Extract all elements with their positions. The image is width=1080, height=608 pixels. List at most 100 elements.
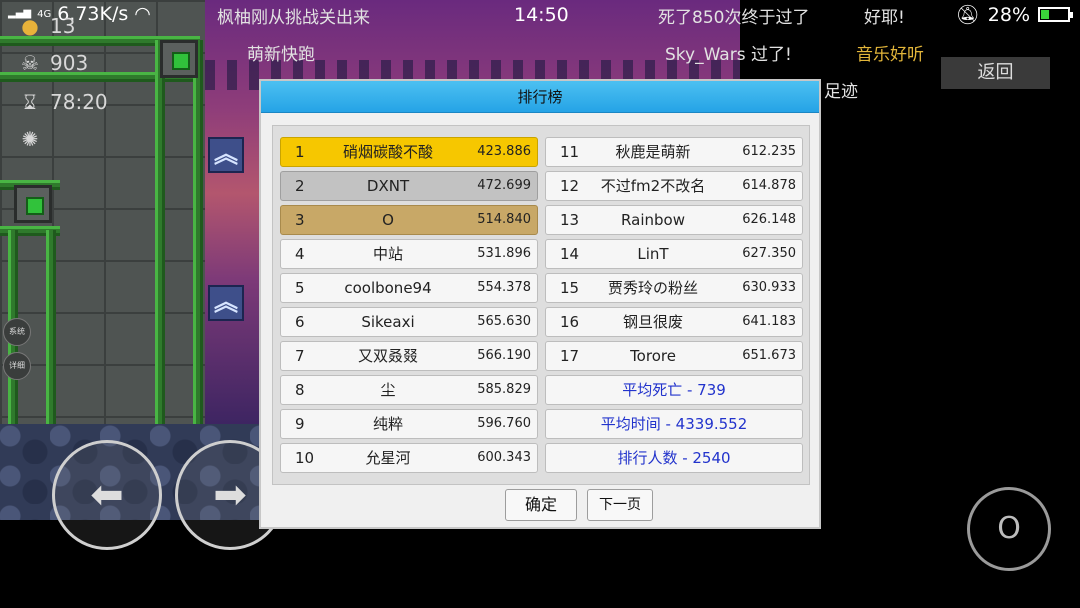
score: 531.896 bbox=[477, 246, 531, 261]
rank: 1 bbox=[295, 143, 305, 161]
player-count: 排行人数 - 2540 bbox=[545, 443, 803, 473]
coin-counter: ● 13 bbox=[18, 14, 75, 38]
player-name: DXNT bbox=[366, 177, 410, 195]
next-page-button[interactable]: 下一页 bbox=[587, 489, 653, 521]
leaderboard-row[interactable]: 13 Rainbow 626.148 bbox=[545, 205, 803, 235]
player-name: 秋鹿是萌新 bbox=[615, 143, 691, 161]
danmaku-comment: 好耶! bbox=[864, 8, 905, 28]
player-name: LinT bbox=[637, 245, 669, 263]
leaderboard-row[interactable]: 11 秋鹿是萌新 612.235 bbox=[545, 137, 803, 167]
settings-shortcut[interactable]: ✺ bbox=[18, 127, 42, 151]
player-name: 纯粹 bbox=[372, 415, 403, 433]
battery-icon bbox=[1038, 7, 1073, 22]
score: 423.886 bbox=[477, 144, 531, 159]
gear-icon[interactable]: ✺ bbox=[18, 127, 42, 151]
leaderboard-row[interactable]: 3 O 514.840 bbox=[280, 205, 538, 235]
leaderboard-row[interactable]: 4 中站 531.896 bbox=[280, 239, 538, 269]
rank: 6 bbox=[295, 313, 305, 331]
death-counter: ☠ 903 bbox=[18, 51, 88, 75]
details-button[interactable]: 详细 bbox=[3, 352, 31, 380]
score: 565.630 bbox=[477, 314, 531, 329]
score: 566.190 bbox=[477, 348, 531, 363]
wifi-icon: ◠ bbox=[134, 3, 151, 25]
skull-icon: ☠ bbox=[21, 51, 39, 75]
leaderboard-row[interactable]: 10 允星河 600.343 bbox=[280, 443, 538, 473]
leaderboard-row[interactable]: 16 钢旦很废 641.183 bbox=[545, 307, 803, 337]
leaderboard-row[interactable]: 17 Torore 651.673 bbox=[545, 341, 803, 371]
player-name: 又双叒叕 bbox=[357, 347, 418, 365]
player-name: Rainbow bbox=[621, 211, 685, 229]
rank: 2 bbox=[295, 177, 305, 195]
player-name: 尘 bbox=[380, 381, 396, 399]
rank: 5 bbox=[295, 279, 305, 297]
leaderboard-row[interactable]: 15 贾秀玲の粉丝 630.933 bbox=[545, 273, 803, 303]
score: 612.235 bbox=[742, 144, 796, 159]
score: 627.350 bbox=[742, 246, 796, 261]
score: 585.829 bbox=[477, 382, 531, 397]
player-name: coolbone94 bbox=[344, 279, 432, 297]
rank: 7 bbox=[295, 347, 305, 365]
player-name: 中站 bbox=[372, 245, 403, 263]
back-button[interactable]: 返回 bbox=[941, 57, 1050, 89]
rank: 9 bbox=[295, 415, 305, 433]
hourglass-icon: ⌛︎ bbox=[23, 90, 37, 114]
green-pipe bbox=[193, 40, 203, 430]
leaderboard-dialog: 排行榜 1 硝烟碳酸不酸 423.886 2 DXNT 472.699 3 O … bbox=[259, 79, 821, 529]
leaderboard-row[interactable]: 6 Sikeaxi 565.630 bbox=[280, 307, 538, 337]
score: 614.878 bbox=[742, 178, 796, 193]
score: 600.343 bbox=[477, 450, 531, 465]
player-name: 贾秀玲の粉丝 bbox=[607, 279, 698, 297]
average-deaths: 平均死亡 - 739 bbox=[545, 375, 803, 405]
switch-block bbox=[14, 185, 52, 223]
green-pipe bbox=[155, 40, 165, 430]
leaderboard-row[interactable]: 7 又双叒叕 566.190 bbox=[280, 341, 538, 371]
timer: ⌛︎ 78:20 bbox=[18, 90, 108, 114]
score: 596.760 bbox=[477, 416, 531, 431]
move-left-button[interactable]: ⬅ bbox=[52, 440, 162, 550]
leaderboard-row[interactable]: 12 不过fm2不改名 614.878 bbox=[545, 171, 803, 201]
spring-up-icon: ︽ bbox=[208, 285, 244, 321]
score: 630.933 bbox=[742, 280, 796, 295]
average-time: 平均时间 - 4339.552 bbox=[545, 409, 803, 439]
system-button[interactable]: 系统 bbox=[3, 318, 31, 346]
score: 626.148 bbox=[742, 212, 796, 227]
danmaku-comment: 枫柚刚从挑战关出来 bbox=[217, 8, 370, 28]
score: 472.699 bbox=[477, 178, 531, 193]
danmaku-comment: 音乐好听 bbox=[856, 45, 924, 65]
leaderboard-row[interactable]: 8 尘 585.829 bbox=[280, 375, 538, 405]
rank: 3 bbox=[295, 211, 305, 229]
score: 641.183 bbox=[742, 314, 796, 329]
clock: 14:50 bbox=[514, 4, 569, 26]
leaderboard-row[interactable]: 2 DXNT 472.699 bbox=[280, 171, 538, 201]
leaderboard-table: 1 硝烟碳酸不酸 423.886 2 DXNT 472.699 3 O 514.… bbox=[272, 125, 810, 485]
confirm-button[interactable]: 确定 bbox=[505, 489, 577, 521]
player-name: 允星河 bbox=[365, 449, 411, 467]
player-name: Sikeaxi bbox=[361, 313, 415, 331]
coin-count: 13 bbox=[50, 14, 76, 38]
rank: 11 bbox=[560, 143, 580, 161]
leaderboard-row[interactable]: 1 硝烟碳酸不酸 423.886 bbox=[280, 137, 538, 167]
spring-up-icon: ︽ bbox=[208, 137, 244, 173]
elapsed-time: 78:20 bbox=[50, 90, 108, 114]
rank: 12 bbox=[560, 177, 580, 195]
rank: 10 bbox=[295, 449, 315, 467]
jump-button[interactable]: O bbox=[967, 487, 1051, 571]
score: 554.378 bbox=[477, 280, 531, 295]
leaderboard-row[interactable]: 14 LinT 627.350 bbox=[545, 239, 803, 269]
rank: 15 bbox=[560, 279, 580, 297]
rank: 4 bbox=[295, 245, 305, 263]
leaderboard-row[interactable]: 5 coolbone94 554.378 bbox=[280, 273, 538, 303]
player-name: 不过fm2不改名 bbox=[600, 177, 706, 195]
switch-block bbox=[160, 40, 198, 78]
battery-percent: 28% bbox=[987, 3, 1030, 26]
rank: 14 bbox=[560, 245, 580, 263]
leaderboard-row[interactable]: 9 纯粹 596.760 bbox=[280, 409, 538, 439]
player-name: Torore bbox=[630, 347, 676, 365]
rank: 13 bbox=[560, 211, 580, 229]
death-count: 903 bbox=[50, 51, 89, 75]
rank: 17 bbox=[560, 347, 580, 365]
danmaku-comment: 死了850次终于过了 bbox=[658, 8, 810, 28]
green-pipe bbox=[46, 230, 56, 430]
status-bar: ▂▄▆ 4G 6.73K/s ◠ 14:50 🔕︎ 28% bbox=[0, 0, 1080, 30]
score: 514.840 bbox=[477, 212, 531, 227]
